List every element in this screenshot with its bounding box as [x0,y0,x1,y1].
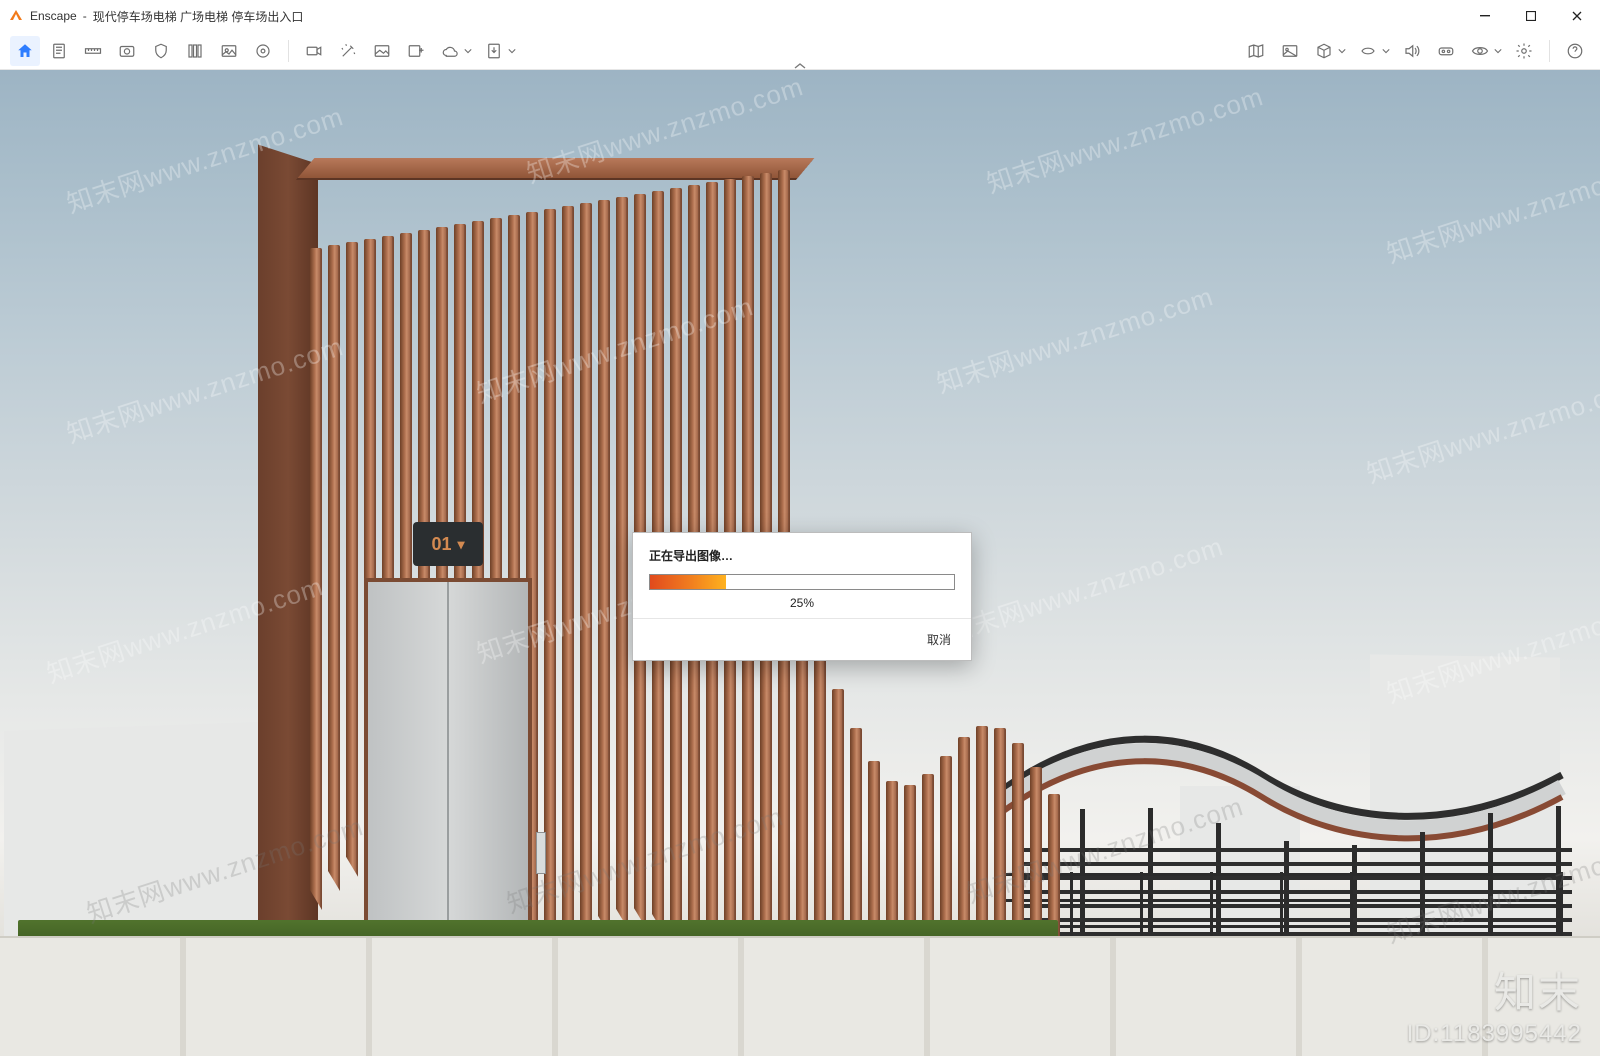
chevron-down-icon [1382,47,1390,55]
visibility-dropdown[interactable] [1465,36,1505,66]
toolbar-separator [1549,40,1550,62]
magic-wand-icon[interactable] [333,36,363,66]
video-record-icon[interactable] [299,36,329,66]
app-name: Enscape [30,9,77,23]
elevator-call-panel [536,832,546,874]
tower-side-face [258,145,318,984]
cloud-dropdown[interactable] [435,36,475,66]
screenshot-icon[interactable] [112,36,142,66]
elevator-direction-icon: ▾ [458,536,465,553]
home-button[interactable] [10,36,40,66]
background-building [4,721,284,941]
vr-icon[interactable] [1431,36,1461,66]
chevron-down-icon [1494,47,1502,55]
progress-bar [649,574,955,590]
paving [0,936,1600,1056]
render-viewport[interactable]: 01 ▾ 知末网www.znzmo.com知末网www.znzmo.com知末网… [0,70,1600,1056]
window-maximize-button[interactable] [1508,0,1554,32]
window-controls [1462,0,1600,32]
image-library-icon[interactable] [214,36,244,66]
cube-dropdown[interactable] [1309,36,1349,66]
elevator-floor: 01 [431,534,451,555]
title-separator: - [83,9,87,23]
title-bar: Enscape - 现代停车场电梯 广场电梯 停车场出入口 [0,0,1600,32]
toolbar-separator [288,40,289,62]
window-close-button[interactable] [1554,0,1600,32]
window-minimize-button[interactable] [1462,0,1508,32]
image-add-icon[interactable] [401,36,431,66]
toolbar-right [1241,36,1590,66]
page-icon[interactable] [44,36,74,66]
image-icon[interactable] [367,36,397,66]
chevron-down-icon [464,47,472,55]
progress-percent: 25% [649,596,955,610]
media-icon[interactable] [248,36,278,66]
export-dropdown[interactable] [479,36,519,66]
help-icon[interactable] [1560,36,1590,66]
cancel-button[interactable]: 取消 [921,629,957,650]
document-title: 现代停车场电梯 广场电梯 停车场出入口 [93,8,304,25]
library-icon[interactable] [180,36,210,66]
gallery-icon[interactable] [1275,36,1305,66]
shield-icon[interactable] [146,36,176,66]
toolbar [0,32,1600,70]
progress-fill [650,575,726,589]
chevron-down-icon [1338,47,1346,55]
settings-icon[interactable] [1509,36,1539,66]
ruler-icon[interactable] [78,36,108,66]
map-icon[interactable] [1241,36,1271,66]
export-dialog-title: 正在导出图像… [649,547,955,564]
app-icon [8,8,24,24]
elevator-indicator: 01 ▾ [413,522,483,566]
sound-icon[interactable] [1397,36,1427,66]
toolbar-left [10,36,519,66]
title-bar-left: Enscape - 现代停车场电梯 广场电梯 停车场出入口 [0,8,303,25]
export-dialog: 正在导出图像… 25% 取消 [632,532,972,661]
chevron-down-icon [508,47,516,55]
labels-dropdown[interactable] [1353,36,1393,66]
